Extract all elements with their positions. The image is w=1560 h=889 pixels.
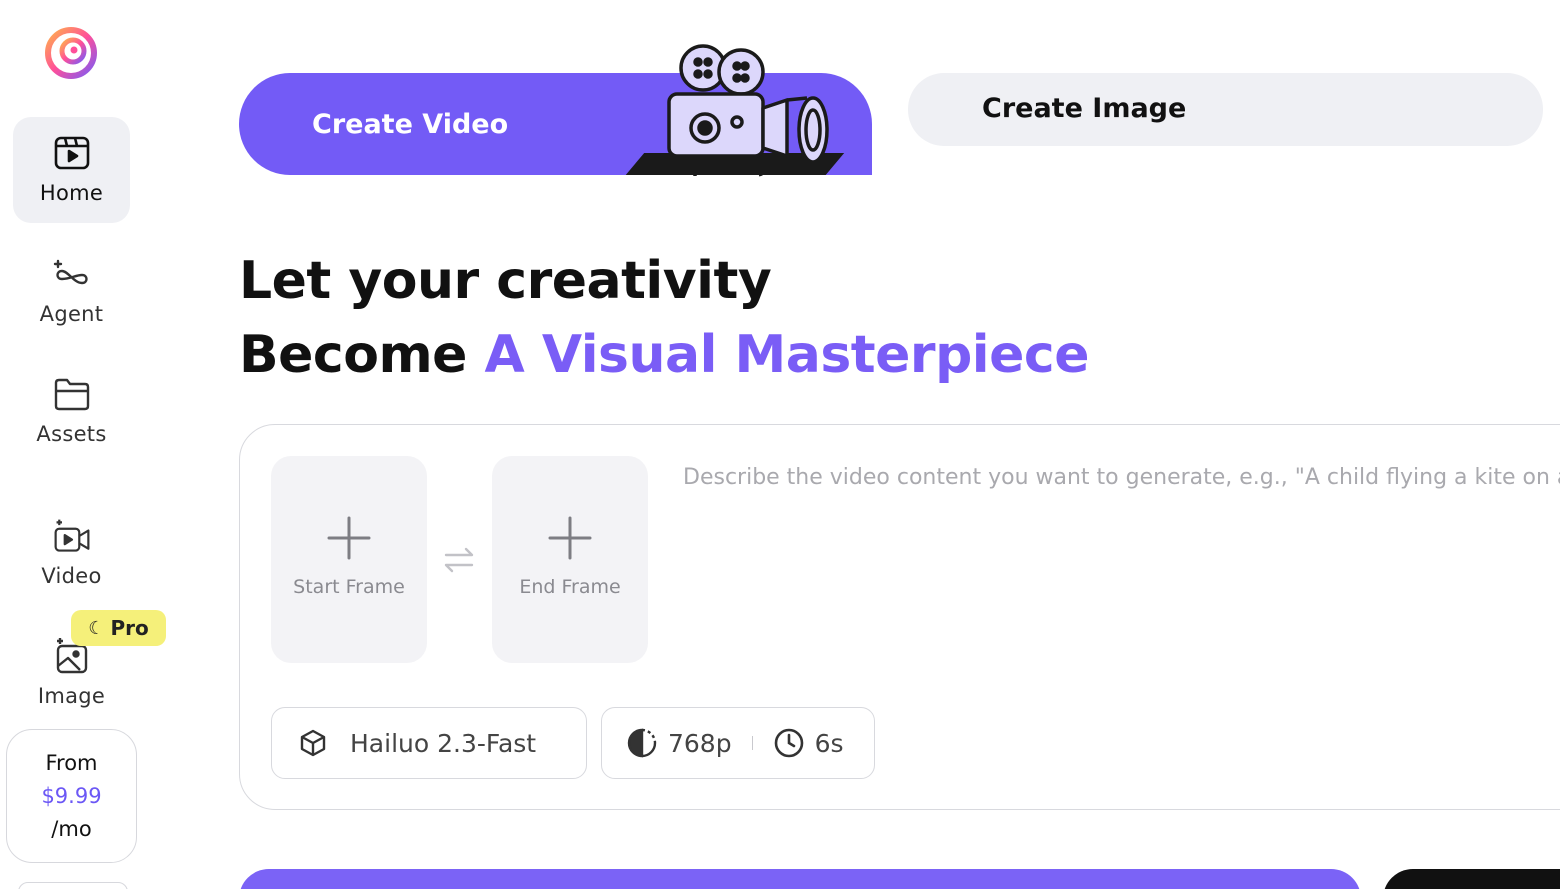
sidebar-item-agent[interactable]: Agent <box>13 238 130 344</box>
cube-icon <box>300 729 326 757</box>
tab-create-video-label: Create Video <box>312 109 509 140</box>
banana-icon: ☾ <box>88 617 105 639</box>
sidebar-item-label: Image <box>37 684 106 708</box>
headline-line-2: Become A Visual Masterpiece <box>239 318 1089 392</box>
sidebar: Home Agent Assets Video ☾ Pro Image From… <box>0 0 166 889</box>
start-frame-upload[interactable]: Start Frame <box>271 456 427 663</box>
duration-value: 6s <box>814 728 844 758</box>
pro-badge: ☾ Pro <box>71 610 166 646</box>
home-icon <box>52 133 92 173</box>
pricing-prefix: From <box>45 750 98 775</box>
pricing-suffix: /mo <box>51 816 92 841</box>
agent-icon <box>52 254 92 294</box>
prompt-card: Start Frame End Frame Hailuo 2.3-Fast 76… <box>239 424 1560 810</box>
divider <box>751 736 753 750</box>
sidebar-item-label: Home <box>39 181 104 205</box>
page-headline: Let your creativity Become A Visual Mast… <box>239 244 1089 392</box>
prompt-input[interactable] <box>683 459 1560 495</box>
swap-icon[interactable] <box>442 543 476 577</box>
folder-icon <box>52 374 92 414</box>
app-logo-icon[interactable] <box>44 26 98 80</box>
sidebar-item-label: Assets <box>36 422 107 446</box>
tab-create-image[interactable]: Create Image <box>908 73 1543 146</box>
headline-line-1: Let your creativity <box>239 251 772 311</box>
sidebar-item-label: Video <box>41 564 102 588</box>
clock-icon <box>774 728 803 758</box>
pricing-amount: $9.99 <box>41 783 102 808</box>
pricing-card[interactable]: From $9.99 /mo <box>6 729 137 863</box>
sidebar-item-video[interactable]: Video <box>13 500 130 606</box>
sidebar-secondary-card[interactable] <box>18 882 128 889</box>
sidebar-item-assets[interactable]: Assets <box>13 358 130 464</box>
headline-line-2-prefix: Become <box>239 325 485 385</box>
resolution-icon <box>627 728 657 758</box>
video-icon <box>52 516 92 556</box>
start-frame-label: Start Frame <box>293 576 405 598</box>
video-settings-selector[interactable]: 768p 6s <box>601 707 875 779</box>
resolution-value: 768p <box>668 728 732 758</box>
tab-create-image-label: Create Image <box>982 93 1187 124</box>
sidebar-item-label: Agent <box>39 302 104 326</box>
promo-banner-dark[interactable] <box>1383 869 1560 889</box>
film-camera-icon <box>667 44 829 177</box>
promo-banner[interactable] <box>239 869 1361 889</box>
model-selector[interactable]: Hailuo 2.3-Fast <box>271 707 587 779</box>
sidebar-item-home[interactable]: Home <box>13 117 130 223</box>
plus-icon <box>548 516 592 560</box>
model-name: Hailuo 2.3-Fast <box>350 728 537 758</box>
plus-icon <box>327 516 371 560</box>
end-frame-label: End Frame <box>519 576 621 598</box>
headline-accent: A Visual Masterpiece <box>484 325 1090 385</box>
end-frame-upload[interactable]: End Frame <box>492 456 648 663</box>
